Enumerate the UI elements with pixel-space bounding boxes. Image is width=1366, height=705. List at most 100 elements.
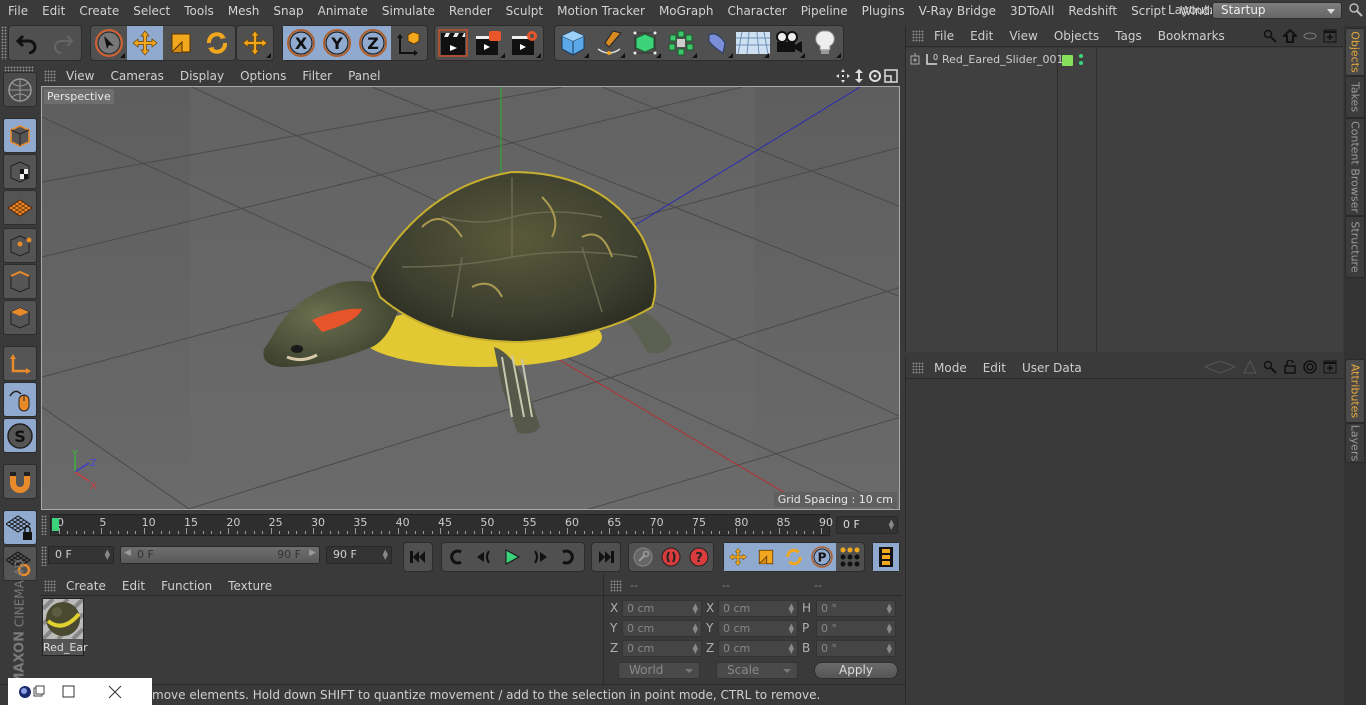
next-key-button[interactable] bbox=[554, 543, 582, 571]
next-frame-button[interactable] bbox=[526, 543, 554, 571]
cube-button[interactable] bbox=[555, 26, 591, 60]
search-icon[interactable] bbox=[1263, 360, 1277, 374]
y-axis-button[interactable]: Y bbox=[319, 26, 355, 60]
material-menu-function[interactable]: Function bbox=[153, 579, 220, 593]
undo-button[interactable] bbox=[9, 26, 45, 60]
menu-animate[interactable]: Animate bbox=[311, 0, 375, 22]
menu-mograph[interactable]: MoGraph bbox=[652, 0, 721, 22]
motion-record-button[interactable] bbox=[629, 543, 657, 571]
orbit-icon[interactable] bbox=[868, 69, 882, 83]
end-frame-field[interactable]: 90 F ▲ ▼ bbox=[326, 546, 392, 564]
menu-sculpt[interactable]: Sculpt bbox=[499, 0, 550, 22]
maximize-icon[interactable] bbox=[62, 685, 76, 699]
viewport-menu-view[interactable]: View bbox=[58, 69, 102, 83]
home-icon[interactable] bbox=[1283, 29, 1297, 43]
coordinate-system-button[interactable] bbox=[391, 26, 427, 60]
menu-redshift[interactable]: Redshift bbox=[1061, 0, 1124, 22]
redo-button[interactable] bbox=[45, 26, 81, 60]
picture-viewer-button[interactable] bbox=[471, 26, 507, 60]
material-menu-create[interactable]: Create bbox=[58, 579, 114, 593]
cloner-button[interactable] bbox=[663, 26, 699, 60]
rotate-tool-button[interactable] bbox=[199, 26, 235, 60]
material-menu-texture[interactable]: Texture bbox=[220, 579, 280, 593]
tab-takes[interactable]: Takes bbox=[1345, 76, 1365, 118]
key-scale-button[interactable] bbox=[752, 543, 780, 571]
x-axis-button[interactable]: X bbox=[283, 26, 319, 60]
zoom-icon[interactable] bbox=[852, 69, 866, 83]
expand-icon[interactable] bbox=[910, 53, 922, 67]
camera-button[interactable] bbox=[771, 26, 807, 60]
menu-snap[interactable]: Snap bbox=[266, 0, 310, 22]
object-row[interactable]: 0 Red_Eared_Slider_001 bbox=[906, 50, 1343, 70]
viewport-menu-cameras[interactable]: Cameras bbox=[102, 69, 171, 83]
coord-input-field[interactable]: 0 cm ▲ ▼ bbox=[622, 600, 702, 617]
viewport-menu-filter[interactable]: Filter bbox=[294, 69, 340, 83]
render-settings-button[interactable] bbox=[507, 26, 543, 60]
menu-edit[interactable]: Edit bbox=[35, 0, 72, 22]
up-icon[interactable] bbox=[1243, 360, 1257, 374]
menu-render[interactable]: Render bbox=[442, 0, 499, 22]
lock-workplane-button[interactable] bbox=[3, 510, 37, 545]
pan-icon[interactable] bbox=[836, 69, 850, 83]
auto-key-button[interactable]: ? bbox=[685, 543, 713, 571]
objects-menu-edit[interactable]: Edit bbox=[962, 29, 1001, 43]
toolbar-grip[interactable] bbox=[1, 26, 7, 60]
goto-end-button[interactable] bbox=[592, 543, 620, 571]
tab-layers[interactable]: Layers bbox=[1345, 423, 1365, 463]
edges-mode-button[interactable] bbox=[3, 264, 37, 299]
tab-structure[interactable]: Structure bbox=[1345, 216, 1365, 278]
key-rotation-button[interactable] bbox=[780, 543, 808, 571]
close-icon[interactable] bbox=[108, 685, 122, 699]
axis-mode-button[interactable] bbox=[3, 346, 37, 381]
render-view-button[interactable] bbox=[435, 26, 471, 60]
timeline-grip[interactable] bbox=[41, 515, 47, 535]
z-axis-button[interactable]: Z bbox=[355, 26, 391, 60]
coord-input-field[interactable]: 0 ° ▲ ▼ bbox=[816, 600, 896, 617]
timeline-ruler[interactable]: 0 5 10 15 20 25 30 35 40 45 50 55 60 65 70 75 80 85 90 bbox=[50, 514, 833, 536]
lock-icon[interactable] bbox=[1283, 360, 1297, 374]
last-tool-button[interactable] bbox=[237, 26, 273, 60]
tab-content-browser[interactable]: Content Browser bbox=[1345, 118, 1365, 216]
search-icon[interactable] bbox=[1263, 29, 1277, 43]
transport-grip[interactable] bbox=[41, 546, 47, 566]
editor-visibility-dot[interactable] bbox=[1079, 54, 1083, 58]
objects-grip[interactable] bbox=[912, 30, 924, 42]
coord-input-field[interactable]: 0 ° ▲ ▼ bbox=[816, 640, 896, 657]
key-parameter-button[interactable]: P bbox=[808, 543, 836, 571]
search-icon[interactable] bbox=[1348, 2, 1364, 18]
coord-input-field[interactable]: 0 cm ▲ ▼ bbox=[718, 600, 798, 617]
menu-simulate[interactable]: Simulate bbox=[375, 0, 442, 22]
object-name[interactable]: Red_Eared_Slider_001 bbox=[942, 53, 1063, 66]
material-swatch[interactable]: Red_Ear bbox=[41, 597, 88, 656]
objects-menu-bookmarks[interactable]: Bookmarks bbox=[1150, 29, 1233, 43]
menu-plugins[interactable]: Plugins bbox=[855, 0, 912, 22]
menu-motion-tracker[interactable]: Motion Tracker bbox=[550, 0, 652, 22]
viewport-camera-label[interactable]: Perspective bbox=[44, 89, 114, 104]
layout-dropdown[interactable]: Startup bbox=[1212, 2, 1342, 19]
model-mode-button[interactable] bbox=[3, 118, 37, 153]
material-grip[interactable] bbox=[44, 579, 56, 592]
material-menu-edit[interactable]: Edit bbox=[114, 579, 153, 593]
target-icon[interactable] bbox=[1303, 360, 1317, 374]
coordinate-space-dropdown[interactable]: World bbox=[618, 662, 700, 679]
objects-menu-file[interactable]: File bbox=[926, 29, 962, 43]
menu-select[interactable]: Select bbox=[126, 0, 177, 22]
attributes-grip[interactable] bbox=[912, 361, 924, 374]
current-frame-field[interactable]: 0 F ▲ ▼ bbox=[836, 516, 898, 534]
attributes-menu-mode[interactable]: Mode bbox=[926, 361, 975, 375]
deformer-button[interactable] bbox=[699, 26, 735, 60]
polygons-mode-button[interactable] bbox=[3, 300, 37, 335]
viewport-menu-display[interactable]: Display bbox=[172, 69, 232, 83]
tab-objects[interactable]: Objects bbox=[1345, 28, 1365, 76]
prev-frame-button[interactable] bbox=[470, 543, 498, 571]
collapse-icon[interactable] bbox=[1303, 29, 1317, 43]
start-frame-field[interactable]: 0 F ▲ ▼ bbox=[48, 546, 114, 564]
new-panel-icon[interactable] bbox=[1323, 360, 1337, 374]
menu-create[interactable]: Create bbox=[72, 0, 126, 22]
maximize-view-icon[interactable] bbox=[884, 69, 898, 83]
frame-range-slider[interactable]: ◀ 0 F 90 F ▶ bbox=[120, 546, 320, 564]
coord-input-field[interactable]: 0 cm ▲ ▼ bbox=[622, 620, 702, 637]
menu-mesh[interactable]: Mesh bbox=[221, 0, 267, 22]
apply-button[interactable]: Apply bbox=[814, 662, 898, 679]
menu-pipeline[interactable]: Pipeline bbox=[794, 0, 855, 22]
